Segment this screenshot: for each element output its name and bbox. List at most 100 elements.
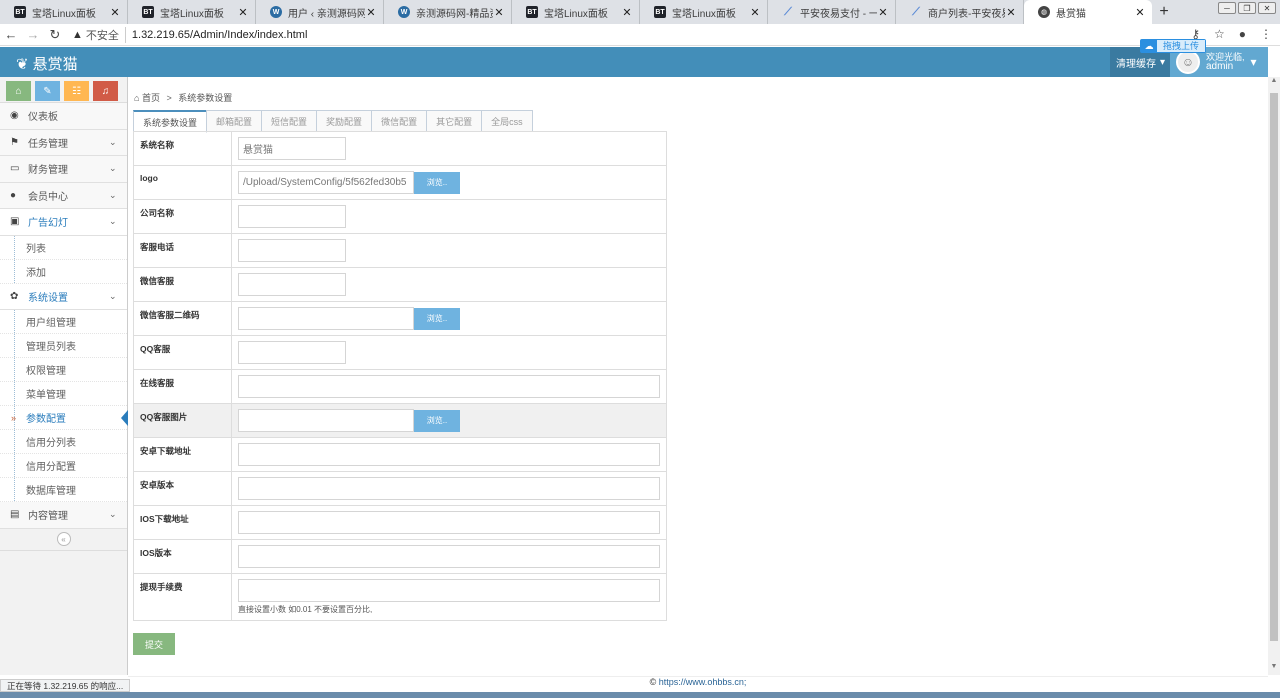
sidebar-item[interactable]: ▭ 财务管理 ⌄ (0, 156, 127, 183)
sidebar-item[interactable]: ⚑ 任务管理 ⌄ (0, 129, 127, 156)
sidebar-item[interactable]: ● 会员中心 ⌄ (0, 182, 127, 209)
text-input[interactable] (238, 375, 660, 398)
config-tabs: 系统参数设置 邮箱配置 短信配置 奖励配置 微信配置 其它配置 全局css (133, 110, 533, 133)
text-input[interactable] (238, 579, 660, 602)
file-path-input[interactable] (238, 307, 414, 330)
sidebar-subitem[interactable]: 列表 (0, 235, 127, 260)
drag-upload-widget[interactable]: ☁ 拖拽上传 (1140, 39, 1207, 53)
config-tab[interactable]: 全局css (481, 110, 533, 132)
submit-button[interactable]: 提交 (133, 633, 175, 655)
sidebar-subitem[interactable]: 权限管理 (0, 358, 127, 382)
file-path-input[interactable]: /Upload/SystemConfig/5f562fed30b5 (238, 171, 414, 194)
sidebar-item[interactable]: ▣ 广告幻灯 ⌄ (0, 209, 127, 236)
text-input[interactable]: 悬赏猫 (238, 137, 346, 160)
file-path-input[interactable] (238, 409, 414, 432)
cog-icon: ✿ (10, 290, 19, 302)
caret-down-icon: ▾ (1160, 56, 1166, 68)
sidebar-subitem[interactable]: 信用分列表 (0, 430, 127, 454)
browse-button[interactable]: 浏览.. (414, 307, 460, 330)
browser-tab[interactable]: ◍ 悬赏猫 ✕ (1024, 0, 1152, 24)
tab-close-icon[interactable]: ✕ (749, 6, 761, 19)
url-text[interactable]: 1.32.219.65/Admin/Index/index.html (132, 29, 308, 41)
config-tab[interactable]: 短信配置 (261, 110, 318, 132)
sidebar-item-label: 财务管理 (28, 165, 68, 177)
sidebar-item[interactable]: ◉ 仪表板 (0, 103, 127, 130)
minimize-button[interactable]: ─ (1218, 2, 1236, 14)
browser-tab[interactable]: W 亲测源码网-精品资源站✕ (384, 0, 512, 24)
browser-tab[interactable]: ⟋ 商户列表-平安夜易支付✕ (896, 0, 1024, 24)
text-input[interactable] (238, 443, 660, 466)
close-window-button[interactable]: ✕ (1258, 2, 1276, 14)
browser-tab[interactable]: ⟋ 平安夜易支付 - 一站式✕ (768, 0, 896, 24)
pencil-shortcut-icon[interactable]: ✎ (35, 81, 60, 101)
sidebar: ⌂ ✎ ☷ ♫ ◉ 仪表板 ⚑ 任务管理 ⌄ ▭ 财务管理 ⌄ ● 会员中心 ⌄ ▣ 广告幻灯 ⌄ 列表 添加… (0, 77, 128, 675)
back-icon[interactable]: ← (0, 27, 22, 42)
tab-close-icon[interactable]: ✕ (109, 6, 121, 19)
new-tab-button[interactable]: + (1152, 0, 1176, 24)
sidebar-item[interactable]: ▤ 内容管理 ⌄ (0, 502, 127, 529)
text-input[interactable] (238, 545, 660, 568)
config-tab[interactable]: 系统参数设置 (133, 110, 208, 133)
page-scrollbar[interactable]: ▲ ▼ (1268, 77, 1280, 675)
browser-tab[interactable]: BT 宝塔Linux面板 ✕ (128, 0, 256, 24)
footer-link[interactable]: https://www.ohbbs.cn; (659, 677, 747, 687)
omnibox[interactable]: ▲ 不安全 1.32.219.65/Admin/Index/index.html (72, 26, 308, 43)
logo-text: 悬赏猫 (32, 56, 78, 73)
tab-close-icon[interactable]: ✕ (621, 6, 633, 19)
browser-tab[interactable]: BT 宝塔Linux面板 ✕ (512, 0, 640, 24)
sidebar-subitem[interactable]: 用户组管理 (0, 310, 127, 334)
tab-close-icon[interactable]: ✕ (237, 6, 249, 19)
sidebar-subitem[interactable]: 数据库管理 (0, 478, 127, 502)
home-shortcut-icon[interactable]: ⌂ (6, 81, 31, 101)
form-label: 微信客服 (133, 267, 232, 302)
breadcrumb-home[interactable]: 首页 (142, 93, 160, 103)
account-icon[interactable]: ● (1239, 27, 1246, 41)
sidebar-item[interactable]: ✿ 系统设置 ⌄ (0, 283, 127, 310)
scroll-down-icon[interactable]: ▼ (1268, 663, 1280, 675)
tab-close-icon[interactable]: ✕ (1134, 6, 1146, 19)
config-tab[interactable]: 邮箱配置 (206, 110, 263, 132)
dashboard-icon: ◉ (10, 110, 19, 122)
scroll-up-icon[interactable]: ▲ (1268, 77, 1280, 89)
text-input[interactable] (238, 273, 346, 296)
config-tab[interactable]: 微信配置 (371, 110, 428, 132)
browser-tab[interactable]: BT 宝塔Linux面板 ✕ (0, 0, 128, 24)
browser-tab[interactable]: BT 宝塔Linux面板 ✕ (640, 0, 768, 24)
os-taskbar (0, 692, 1280, 698)
users-shortcut-icon[interactable]: ☷ (64, 81, 89, 101)
form-label: 公司名称 (133, 199, 232, 234)
file-picker: 浏览.. (238, 409, 660, 432)
restore-button[interactable]: ❐ (1238, 2, 1256, 14)
tab-close-icon[interactable]: ✕ (1005, 6, 1017, 19)
bell-shortcut-icon[interactable]: ♫ (93, 81, 118, 101)
reload-icon[interactable]: ↻ (44, 27, 66, 43)
tab-close-icon[interactable]: ✕ (365, 6, 377, 19)
tab-close-icon[interactable]: ✕ (493, 6, 505, 19)
tab-close-icon[interactable]: ✕ (877, 6, 889, 19)
sidebar-subitem[interactable]: 添加 (0, 259, 127, 284)
text-input[interactable] (238, 477, 660, 500)
shortcut-buttons: ⌂ ✎ ☷ ♫ (0, 77, 127, 103)
collapse-icon[interactable]: « (56, 532, 71, 546)
sidebar-subitem[interactable]: 信用分配置 (0, 454, 127, 478)
config-tab[interactable]: 奖励配置 (316, 110, 373, 132)
text-input[interactable] (238, 239, 346, 262)
sidebar-subitem[interactable]: 管理员列表 (0, 334, 127, 358)
browse-button[interactable]: 浏览.. (414, 409, 460, 432)
text-input[interactable] (238, 511, 660, 534)
text-input[interactable] (238, 205, 346, 228)
browse-button[interactable]: 浏览.. (414, 171, 460, 194)
sidebar-subitem[interactable]: 菜单管理 (0, 382, 127, 406)
scroll-thumb[interactable] (1270, 93, 1278, 641)
form-row: 安卓下载地址 (133, 437, 667, 472)
pay-icon: ⟋ (784, 5, 792, 18)
config-tab[interactable]: 其它配置 (426, 110, 483, 132)
browser-tab[interactable]: W 用户 ‹ 亲测源码网 — W✕ (256, 0, 384, 24)
forward-icon[interactable]: → (22, 27, 44, 42)
app-logo[interactable]: ❦ 悬赏猫 (16, 53, 78, 74)
menu-dots-icon[interactable]: ⋮ (1260, 27, 1272, 41)
sidebar-subitem[interactable]: » 参数配置 (0, 406, 128, 430)
star-icon[interactable]: ☆ (1214, 27, 1225, 41)
field-hint: 直接设置小数 如0.01 不要设置百分比, (238, 605, 373, 614)
text-input[interactable] (238, 341, 346, 364)
